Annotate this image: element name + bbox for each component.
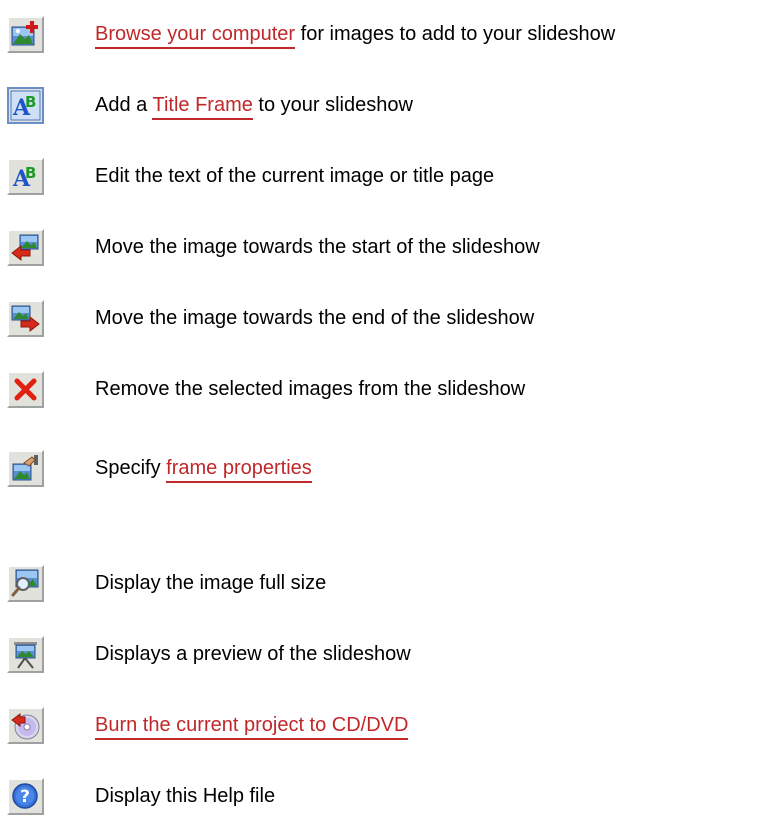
move-right-icon <box>11 305 40 333</box>
title-frame-icon: A B <box>10 90 41 121</box>
preview-slideshow-icon <box>14 642 37 669</box>
add-images-button[interactable] <box>7 16 44 53</box>
legend-row-edit-text: A B Edit the text of the current image o… <box>0 158 773 202</box>
legend-text-frame-properties: Specify frame properties <box>95 456 312 483</box>
legend-row-move-end: Move the image towards the end of the sl… <box>0 300 773 344</box>
frame-properties-link[interactable]: frame properties <box>166 457 312 483</box>
help-icon: ? <box>12 783 38 809</box>
legend-row-preview: Displays a preview of the slideshow <box>0 636 773 680</box>
svg-text:B: B <box>25 93 36 111</box>
legend-text-move-start: Move the image towards the start of the … <box>95 236 540 258</box>
help-button[interactable]: ? <box>7 778 44 815</box>
remove-icon <box>14 378 37 401</box>
legend-row-remove: Remove the selected images from the slid… <box>0 371 773 415</box>
zoom-image-icon <box>11 569 39 597</box>
edit-text-button[interactable]: A B <box>7 158 44 195</box>
legend-row-browse: Browse your computer for images to add t… <box>0 16 773 60</box>
legend-row-full-size: Display the image full size <box>0 565 773 609</box>
legend-text-edit-text: Edit the text of the current image or ti… <box>95 165 495 187</box>
legend-row-help: ? Display this Help file <box>0 778 773 822</box>
legend-row-move-start: Move the image towards the start of the … <box>0 229 773 273</box>
move-towards-end-button[interactable] <box>7 300 44 337</box>
legend-text-move-end: Move the image towards the end of the sl… <box>95 307 535 329</box>
legend-text-help: Display this Help file <box>95 785 276 807</box>
move-left-icon <box>11 234 39 262</box>
legend-text-burn: Burn the current project to CD/DVD <box>95 713 409 740</box>
svg-text:B: B <box>25 164 36 182</box>
move-towards-start-button[interactable] <box>7 229 44 266</box>
legend-row-frame-properties: Specify frame properties <box>0 450 773 494</box>
legend-text-browse: Browse your computer for images to add t… <box>95 22 615 49</box>
legend-text-full-size: Display the image full size <box>95 572 327 594</box>
remove-images-button[interactable] <box>7 371 44 408</box>
legend-text-preview: Displays a preview of the slideshow <box>95 643 411 665</box>
title-frame-link[interactable]: Title Frame <box>152 94 253 120</box>
burn-cd-dvd-button[interactable] <box>7 707 44 744</box>
add-title-frame-button[interactable]: A B <box>7 87 44 124</box>
frame-properties-icon <box>12 455 38 481</box>
add-image-icon <box>11 21 38 46</box>
burn-disc-icon <box>11 713 40 740</box>
legend-row-title-frame: A B Add a Title Frame to your slideshow <box>0 87 773 131</box>
svg-text:?: ? <box>20 787 30 807</box>
edit-text-icon: A B <box>12 164 36 192</box>
legend-text-title-frame: Add a Title Frame to your slideshow <box>95 93 413 120</box>
frame-properties-button[interactable] <box>7 450 44 487</box>
display-full-size-button[interactable] <box>7 565 44 602</box>
burn-project-link[interactable]: Burn the current project to CD/DVD <box>95 714 409 740</box>
browse-computer-link[interactable]: Browse your computer <box>95 23 296 49</box>
preview-slideshow-button[interactable] <box>7 636 44 673</box>
legend-text-remove: Remove the selected images from the slid… <box>95 378 526 400</box>
legend-row-burn: Burn the current project to CD/DVD <box>0 707 773 751</box>
